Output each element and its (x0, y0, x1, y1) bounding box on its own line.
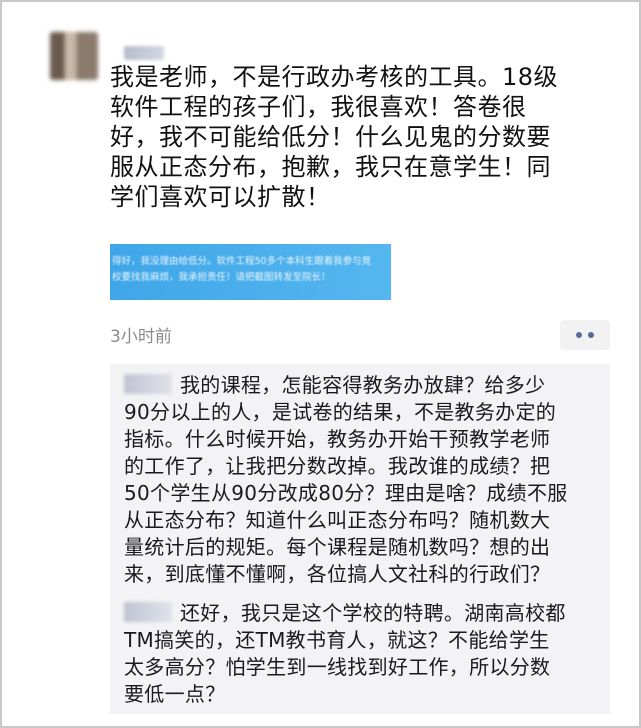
post-text-line: 软件工程的孩子们，我很喜欢！答卷很 (110, 93, 527, 121)
moments-post-frame: 我是老师，不是行政办考核的工具。18级 软件工程的孩子们，我很喜欢！答卷很 好，… (0, 0, 641, 728)
post-image-screenshot[interactable]: 得好，我没理由给低分。软件工程50多个本科生跟着我参与竞 校要找我麻烦，我承担责… (110, 244, 391, 300)
comment-line: TM搞笑的，还TM教书育人，就这？不能给学生 (124, 628, 550, 652)
comment-line: 要低一点？ (124, 682, 226, 706)
comment-line: 量统计后的规矩。每个课程是随机数吗？想的出 (124, 535, 551, 559)
comment[interactable]: 还好，我只是这个学校的特聘。湖南高校都 TM搞笑的，还TM教书育人，就这？不能给… (124, 600, 566, 708)
more-dots-icon[interactable] (560, 320, 610, 350)
comment-line: 从正态分布？知道什么叫正态分布吗？随机数大 (124, 508, 551, 532)
comment-line: 90分以上的人，是试卷的结果，不是教务办定的 (124, 400, 557, 424)
comment[interactable]: 我的课程，怎能容得教务办放肆？给多少 90分以上的人，是试卷的结果，不是教务办定… (124, 372, 568, 588)
post-text-line: 我是老师，不是行政办考核的工具。18级 (110, 63, 559, 91)
comment-line: 太多高分？怕学生到一线找到好工作，所以分数 (124, 655, 551, 679)
image-text-line: 校要找我麻烦，我承担责任！请把截图转发至院长！ (112, 272, 331, 283)
dot (588, 332, 594, 338)
post-timestamp: 3小时前 (110, 327, 172, 347)
comment-line: 指标。什么时候开始，教务办开始干预教学老师 (124, 427, 551, 451)
comment-line: 我的课程，怎能容得教务办放肆？给多少 (180, 373, 546, 397)
comment-line: 的工作了，让我把分数改掉。我改谁的成绩？把 (124, 454, 551, 478)
post-text-line: 服从正态分布，抱歉，我只在意学生！同 (110, 153, 551, 181)
post-text-line: 好，我不可能给低分！什么见鬼的分数要 (110, 123, 551, 151)
comment-line: 来，到底懂不懂啊，各位搞人文社科的行政们？ (124, 562, 551, 586)
avatar[interactable] (50, 32, 98, 80)
post-text-line: 学们喜欢可以扩散！ (110, 183, 331, 211)
dot (576, 332, 582, 338)
comment-line: 还好，我只是这个学校的特聘。湖南高校都 (180, 601, 566, 625)
username-redacted[interactable] (124, 46, 164, 60)
comment-line: 50个学生从90分改成80分？理由是啥？成绩不服 (124, 481, 568, 505)
image-text-line: 得好，我没理由给低分。软件工程50多个本科生跟着我参与竞 (112, 256, 372, 267)
post-text: 我是老师，不是行政办考核的工具。18级 软件工程的孩子们，我很喜欢！答卷很 好，… (110, 62, 630, 212)
